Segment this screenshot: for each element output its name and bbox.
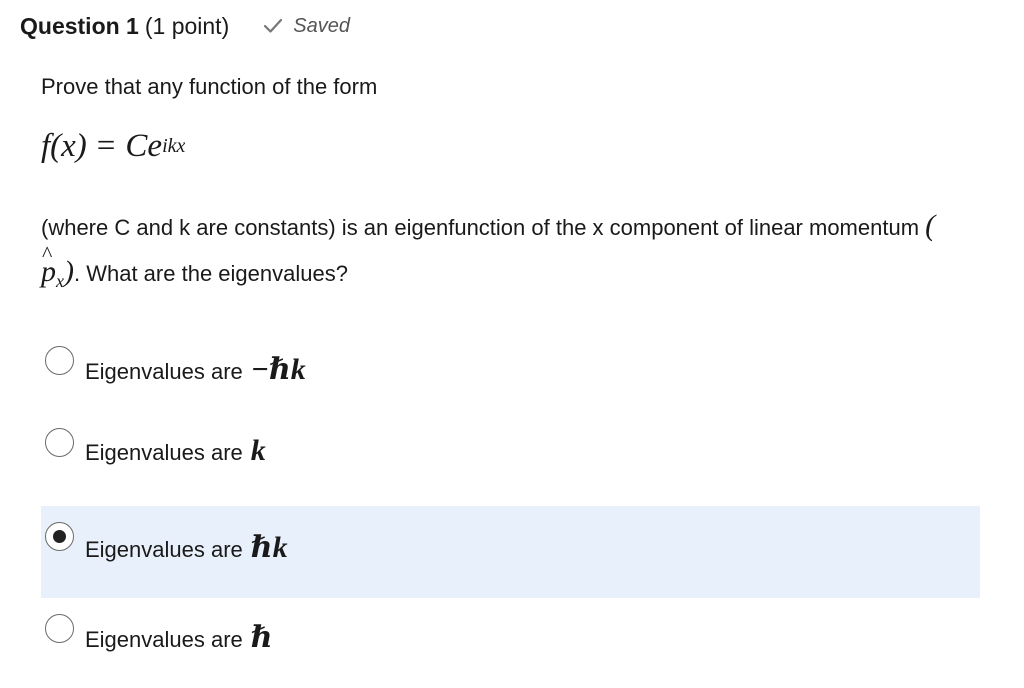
radio-button-selected[interactable] (45, 522, 74, 551)
option-4[interactable]: Eigenvalues are ℏ (41, 596, 980, 688)
formula-rhs-exponent: ikx (162, 135, 186, 157)
question-header: Question 1 (1 point) Saved (20, 8, 350, 44)
option-label: Eigenvalues are ℏ (85, 620, 273, 655)
radio-button[interactable] (45, 346, 74, 375)
question-intro: Prove that any function of the form (41, 74, 378, 99)
question-text-part2: . What are the eigenvalues? (74, 261, 348, 286)
question-text-part1: (where C and k are constants) is an eige… (41, 215, 920, 240)
formula: f(x) = Ce ikx (41, 128, 185, 165)
check-icon (264, 18, 283, 33)
option-math: ℏ (250, 621, 273, 654)
question-title: Question 1 (20, 12, 139, 39)
operator-subscript: x (56, 271, 64, 291)
option-prefix: Eigenvalues are (85, 627, 243, 652)
option-1[interactable]: Eigenvalues are −ℏk (41, 328, 980, 420)
option-label: Eigenvalues are k (85, 434, 266, 468)
option-label: Eigenvalues are ℏk (85, 530, 288, 565)
option-prefix: Eigenvalues are (85, 537, 243, 562)
option-math: ℏk (250, 531, 288, 564)
formula-equals: = (96, 128, 116, 164)
formula-rhs-base: Ce (125, 128, 163, 164)
saved-label: Saved (293, 14, 350, 37)
question-text: (where C and k are constants) is an eige… (41, 204, 941, 297)
radio-button[interactable] (45, 614, 74, 643)
option-math: k (250, 434, 266, 467)
saved-status: Saved (263, 15, 350, 38)
option-math: −ℏk (250, 353, 306, 386)
option-2[interactable]: Eigenvalues are k (41, 410, 980, 502)
radio-dot (53, 530, 66, 543)
option-prefix: Eigenvalues are (85, 440, 243, 465)
question-points: (1 point) (144, 12, 230, 39)
option-label: Eigenvalues are −ℏk (85, 352, 306, 387)
option-prefix: Eigenvalues are (85, 359, 243, 384)
formula-lhs: f(x) (41, 128, 87, 164)
radio-button[interactable] (45, 428, 74, 457)
option-3[interactable]: Eigenvalues are ℏk (41, 506, 980, 598)
